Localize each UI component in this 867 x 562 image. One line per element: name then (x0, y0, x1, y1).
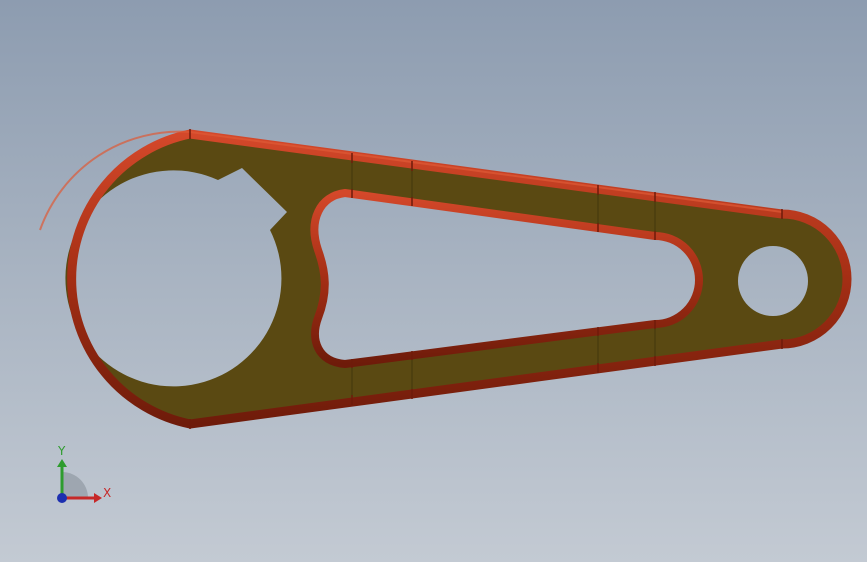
x-axis-label: X (103, 486, 111, 500)
crank-arm-part[interactable] (39, 129, 852, 429)
coordinate-triad-icon[interactable]: X Y (57, 444, 111, 503)
x-axis-arrow (94, 493, 102, 503)
triad-arc (62, 472, 88, 498)
y-axis-label: Y (57, 444, 66, 458)
y-axis-arrow (57, 459, 67, 467)
part-face[interactable] (65, 134, 847, 424)
graphics-viewport[interactable]: X Y (0, 0, 867, 562)
z-axis-point (57, 493, 67, 503)
